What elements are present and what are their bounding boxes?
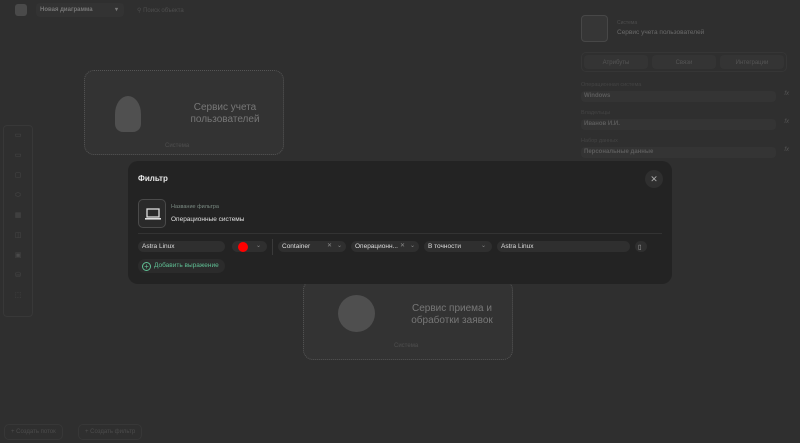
tool-icon[interactable]: ⬚ (4, 286, 32, 306)
person-icon (115, 96, 141, 132)
tool-icon[interactable]: ◫ (4, 226, 32, 246)
create-filter-button[interactable]: + Создать фильтр (78, 424, 143, 440)
tab-links[interactable]: Связи (652, 55, 716, 69)
person-icon (581, 15, 608, 42)
fx-icon[interactable]: fx (784, 119, 789, 125)
chevron-down-icon: ⌄ (337, 243, 343, 249)
plus-circle-icon: + (142, 262, 151, 271)
color-swatch (238, 242, 248, 252)
color-picker[interactable]: ⌄ (232, 241, 267, 252)
button-label: Создать поток (16, 429, 56, 435)
expression-name-input[interactable]: Astra Linux (138, 241, 225, 252)
tool-icon[interactable]: ▣ (4, 246, 32, 266)
field-dataset: Набор данных Персональные данные fx (581, 138, 791, 158)
filter-modal: Фильтр ✕ Название фильтра Операционные с… (128, 161, 672, 284)
modal-title: Фильтр (138, 174, 168, 183)
laptop-icon (145, 208, 161, 220)
close-icon[interactable]: ✕ (645, 170, 663, 188)
field-value[interactable]: Иванов И.И. (581, 119, 776, 130)
object-name: Сервис учета пользователей (617, 29, 705, 36)
app-logo[interactable] (15, 4, 27, 16)
selected-value: Container (282, 243, 311, 250)
object-type-select[interactable]: Container ✕ ⌄ (278, 241, 346, 252)
tool-icon[interactable]: ▭ (4, 146, 32, 166)
selected-value: Операционн... (355, 243, 398, 250)
attribute-select[interactable]: Операционн... ✕ ⌄ (351, 241, 419, 252)
card-type: Система (394, 343, 419, 349)
divider (138, 233, 662, 234)
condition-select[interactable]: В точности ⌄ (424, 241, 492, 252)
card-type: Система (165, 143, 190, 149)
properties-panel: Система Сервис учета пользователей Атриб… (577, 10, 797, 160)
filter-name-label: Название фильтра (171, 204, 219, 210)
filter-name-input[interactable]: Операционные системы (171, 216, 244, 223)
tab-integrations[interactable]: Интеграции (720, 55, 784, 69)
field-value[interactable]: Windows (581, 91, 776, 102)
chevron-down-icon: ⌄ (481, 243, 487, 249)
field-os: Операционная система Windows fx (581, 82, 791, 102)
chevron-down-icon: ⌄ (256, 243, 262, 249)
fx-icon[interactable]: fx (784, 91, 789, 97)
tool-icon[interactable]: ▦ (4, 206, 32, 226)
tool-icon[interactable]: ⬭ (4, 186, 32, 206)
tab-attributes[interactable]: Атрибуты (584, 55, 648, 69)
button-label: Создать фильтр (90, 429, 136, 435)
tool-icon[interactable]: ⛁ (4, 266, 32, 286)
field-label: Набор данных (581, 138, 618, 144)
tool-icon[interactable]: ▭ (4, 126, 32, 146)
fx-icon[interactable]: fx (784, 147, 789, 153)
canvas-toolbar: ▭ ▭ ▢ ⬭ ▦ ◫ ▣ ⛁ ⬚ (3, 125, 33, 317)
chevron-down-icon: ⌄ (410, 243, 416, 249)
panel-tabs: Атрибуты Связи Интеграции (581, 52, 787, 72)
card-title: Сервис учета пользователей (190, 102, 260, 125)
clear-icon[interactable]: ✕ (400, 242, 405, 249)
field-owners: Владельцы Иванов И.И. fx (581, 110, 791, 130)
diagram-name: Новая диаграмма (40, 7, 93, 13)
search-placeholder: Поиск объекта (143, 8, 184, 14)
object-type: Система (617, 20, 638, 26)
button-label: Добавить выражение (154, 262, 219, 269)
clear-icon[interactable]: ✕ (327, 242, 332, 249)
card-title: Сервис приема и обработки заявок (411, 303, 493, 326)
tool-icon[interactable]: ▢ (4, 166, 32, 186)
filter-icon-picker[interactable] (138, 199, 166, 228)
avatar-placeholder (338, 295, 375, 332)
field-value[interactable]: Персональные данные (581, 147, 776, 158)
caret-down-icon: ▾ (114, 7, 118, 13)
field-label: Владельцы (581, 110, 611, 116)
selected-value: В точности (428, 243, 461, 250)
divider (272, 239, 273, 255)
add-expression-button[interactable]: + Добавить выражение (138, 259, 225, 273)
field-label: Операционная система (581, 82, 642, 88)
value-input[interactable]: Astra Linux (497, 241, 630, 252)
object-search[interactable]: ⚲ Поиск объекта (133, 3, 433, 17)
diagram-name-dropdown[interactable]: Новая диаграмма ▾ (36, 3, 124, 17)
delete-expression-icon[interactable]: ▯ (635, 241, 647, 252)
card-user-service[interactable]: Сервис учета пользователей Система (84, 70, 284, 155)
create-flow-button[interactable]: + Создать поток (4, 424, 63, 440)
card-request-service[interactable]: Сервис приема и обработки заявок Система (303, 280, 513, 360)
